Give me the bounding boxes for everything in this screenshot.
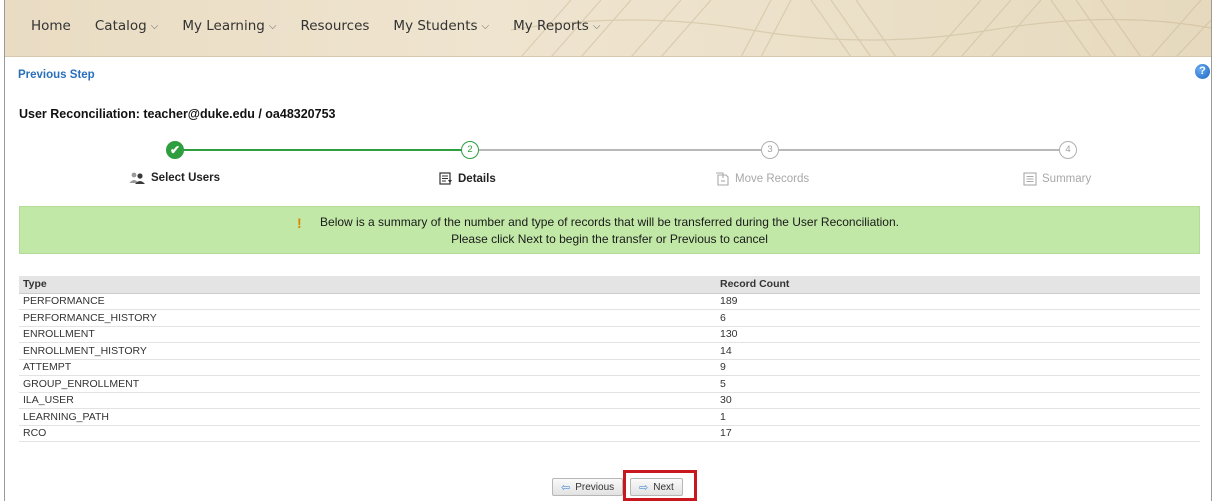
- cell-type: RCO: [19, 425, 716, 442]
- cell-type: ILA_USER: [19, 392, 716, 409]
- previous-button-label: Previous: [575, 481, 615, 493]
- cell-type: GROUP_ENROLLMENT: [19, 375, 716, 393]
- step-3-circle: 3: [761, 141, 779, 159]
- step-1-check-icon: ✔: [166, 141, 184, 159]
- cell-type: ENROLLMENT: [19, 326, 716, 343]
- column-header-type: Type: [19, 276, 716, 294]
- nav-item-label: My Reports: [513, 18, 589, 34]
- step-connector-2: [479, 149, 761, 151]
- page-title: User Reconciliation: teacher@duke.edu / …: [19, 107, 336, 121]
- step-move-records: Move Records: [715, 172, 809, 186]
- cell-type: ENROLLMENT_HISTORY: [19, 342, 716, 360]
- table-row: RCO 17: [19, 425, 1200, 442]
- table-body: PERFORMANCE 189 PERFORMANCE_HISTORY 6 ENROLL…: [19, 293, 1200, 442]
- table-row: ILA_USER 30: [19, 392, 1200, 409]
- details-document-icon: [439, 172, 453, 185]
- nav-item-resources[interactable]: Resources: [300, 18, 369, 34]
- records-table: Type Record Count PERFORMANCE 189 PERFORMA…: [19, 276, 1200, 442]
- chevron-down-icon: ⌵: [481, 20, 490, 32]
- nav-item-my-students[interactable]: My Students ⌵: [393, 18, 489, 34]
- cell-record-count: 130: [716, 326, 1200, 343]
- info-banner: ! Below is a summary of the number and t…: [19, 206, 1200, 254]
- table-row: PERFORMANCE 189: [19, 293, 1200, 310]
- step-summary: Summary: [1023, 172, 1091, 186]
- step-label: Select Users: [151, 172, 221, 184]
- cell-type: PERFORMANCE: [19, 293, 716, 310]
- step-select-users: Select Users: [129, 172, 220, 184]
- table-row: LEARNING_PATH 1: [19, 408, 1200, 426]
- move-records-icon: [715, 172, 730, 186]
- banner-message-line-2: Please click Next to begin the transfer …: [451, 232, 768, 246]
- cell-record-count: 5: [716, 375, 1200, 393]
- table-row: ENROLLMENT 130: [19, 326, 1200, 343]
- step-details: Details: [439, 172, 496, 185]
- next-button[interactable]: ⇨ Next: [630, 478, 683, 496]
- step-label: Summary: [1042, 173, 1092, 185]
- cell-record-count: 14: [716, 342, 1200, 360]
- next-button-label: Next: [653, 481, 674, 493]
- table-row: PERFORMANCE_HISTORY 6: [19, 309, 1200, 327]
- top-nav: Home Catalog ⌵ My Learning ⌵ Resources My Stud…: [5, 0, 1211, 57]
- arrow-right-icon: ⇨: [639, 481, 649, 494]
- banner-message-line-1: Below is a summary of the number and typ…: [320, 215, 899, 229]
- previous-button[interactable]: ⇦ Previous: [552, 478, 624, 496]
- cell-type: LEARNING_PATH: [19, 408, 716, 426]
- cell-record-count: 6: [716, 309, 1200, 327]
- cell-record-count: 1: [716, 408, 1200, 426]
- cell-record-count: 17: [716, 425, 1200, 442]
- chevron-down-icon: ⌵: [268, 20, 277, 32]
- previous-step-link[interactable]: Previous Step: [18, 69, 95, 81]
- cell-type: PERFORMANCE_HISTORY: [19, 309, 716, 327]
- cell-record-count: 9: [716, 359, 1200, 376]
- chevron-down-icon: ⌵: [592, 20, 601, 32]
- cell-type: ATTEMPT: [19, 359, 716, 376]
- table-row: GROUP_ENROLLMENT 5: [19, 375, 1200, 393]
- step-2-circle: 2: [461, 141, 479, 159]
- nav-item-label: My Students: [393, 18, 478, 34]
- nav-item-label: My Learning: [182, 18, 265, 34]
- nav-item-my-reports[interactable]: My Reports ⌵: [513, 18, 600, 34]
- nav-item-my-learning[interactable]: My Learning ⌵: [182, 18, 276, 34]
- step-label: Move Records: [735, 173, 810, 185]
- chevron-down-icon: ⌵: [150, 20, 159, 32]
- summary-list-icon: [1023, 172, 1037, 186]
- cell-record-count: 30: [716, 392, 1200, 409]
- table-row: ATTEMPT 9: [19, 359, 1200, 376]
- nav-item-label: Resources: [300, 18, 370, 34]
- nav-item-catalog[interactable]: Catalog ⌵: [95, 18, 158, 34]
- nav-item-label: Catalog: [94, 18, 147, 34]
- cell-record-count: 189: [716, 293, 1200, 310]
- nav-menu: Home Catalog ⌵ My Learning ⌵ Resources My Stud…: [31, 18, 624, 34]
- step-connector-1: [177, 149, 461, 151]
- step-connector-3: [779, 149, 1059, 151]
- column-header-record-count: Record Count: [716, 276, 1200, 294]
- nav-item-label: Home: [31, 18, 71, 34]
- table-row: ENROLLMENT_HISTORY 14: [19, 342, 1200, 360]
- step-4-circle: 4: [1059, 141, 1077, 159]
- users-icon: [129, 172, 146, 184]
- help-icon[interactable]: ?: [1195, 64, 1210, 79]
- arrow-left-icon: ⇦: [561, 481, 571, 494]
- nav-item-home[interactable]: Home: [31, 18, 71, 34]
- table-header-row: Type Record Count: [19, 276, 1200, 294]
- progress-stepper: ✔ 2 3 4 Select Users Details Move Record…: [5, 140, 1211, 200]
- app-frame: Home Catalog ⌵ My Learning ⌵ Resources My Stud…: [4, 0, 1212, 501]
- step-label: Details: [458, 172, 496, 185]
